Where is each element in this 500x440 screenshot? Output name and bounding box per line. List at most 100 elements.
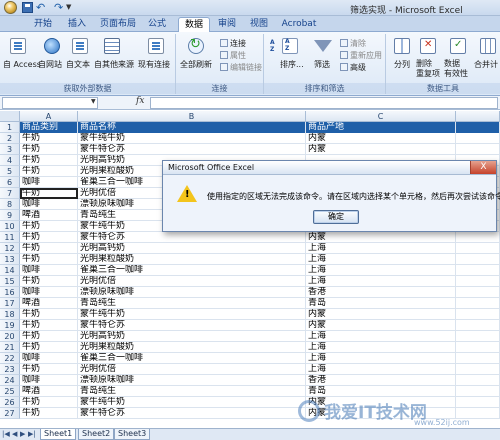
row-number[interactable]: 6	[0, 177, 20, 188]
category-cell[interactable]: 牛奶	[20, 364, 78, 375]
empty-cell[interactable]	[456, 364, 500, 375]
dialog-close-button[interactable]: X	[470, 161, 496, 174]
row-number[interactable]: 11	[0, 232, 20, 243]
origin-cell[interactable]: 内蒙	[306, 133, 456, 144]
save-icon[interactable]	[22, 2, 33, 13]
tab-insert[interactable]: 插入	[64, 17, 90, 32]
remove-duplicates-button[interactable]: 删除 重复项	[416, 59, 440, 79]
origin-cell[interactable]: 上海	[306, 276, 456, 287]
row-number[interactable]: 5	[0, 166, 20, 177]
tab-data[interactable]: 数据	[178, 17, 210, 32]
row-number[interactable]: 10	[0, 221, 20, 232]
connections-button[interactable]: 连接	[220, 38, 246, 49]
empty-cell[interactable]	[456, 353, 500, 364]
product-name-cell[interactable]: 光明优倍	[78, 364, 306, 375]
category-cell[interactable]: 牛奶	[20, 188, 78, 199]
tab-review[interactable]: 审阅	[214, 17, 240, 32]
category-cell[interactable]: 牛奶	[20, 408, 78, 419]
origin-cell[interactable]: 内蒙	[306, 144, 456, 155]
row-number[interactable]: 25	[0, 386, 20, 397]
advanced-button[interactable]: 高级	[340, 62, 366, 73]
row-number[interactable]: 4	[0, 155, 20, 166]
origin-cell[interactable]: 上海	[306, 342, 456, 353]
category-cell[interactable]: 牛奶	[20, 342, 78, 353]
category-cell[interactable]: 牛奶	[20, 166, 78, 177]
column-header-b[interactable]: B	[78, 111, 306, 122]
product-name-cell[interactable]: 青岛纯生	[78, 298, 306, 309]
clear-button[interactable]: 清除	[340, 38, 366, 49]
product-name-cell[interactable]: 漂顿原味咖啡	[78, 287, 306, 298]
row-number[interactable]: 3	[0, 144, 20, 155]
product-name-cell[interactable]: 蒙牛特仑苏	[78, 408, 306, 419]
product-name-cell[interactable]: 雀巢三合一咖啡	[78, 353, 306, 364]
category-cell[interactable]: 牛奶	[20, 254, 78, 265]
from-other-sources-button[interactable]: 自其他来源	[94, 59, 134, 70]
consolidate-button[interactable]: 合并计	[474, 59, 498, 70]
row-number[interactable]: 19	[0, 320, 20, 331]
undo-icon[interactable]: ↶	[36, 2, 47, 13]
category-cell[interactable]: 牛奶	[20, 144, 78, 155]
product-name-cell[interactable]: 蒙牛纯牛奶	[78, 309, 306, 320]
row-number[interactable]: 22	[0, 353, 20, 364]
next-sheet-icon[interactable]: ▶	[20, 430, 25, 438]
category-cell[interactable]: 牛奶	[20, 133, 78, 144]
column-header-d[interactable]	[456, 111, 500, 122]
origin-cell[interactable]: 上海	[306, 243, 456, 254]
origin-cell[interactable]: 青岛	[306, 298, 456, 309]
row-number[interactable]: 26	[0, 397, 20, 408]
origin-cell[interactable]: 内蒙	[306, 309, 456, 320]
product-name-cell[interactable]: 光明果粒酸奶	[78, 254, 306, 265]
filter-button[interactable]: 筛选	[314, 59, 330, 70]
row-number[interactable]: 17	[0, 298, 20, 309]
from-access-button[interactable]: 自 Access	[3, 59, 41, 70]
product-name-cell[interactable]: 漂顿原味咖啡	[78, 375, 306, 386]
product-name-cell[interactable]: 商品名称	[78, 122, 306, 133]
row-number[interactable]: 20	[0, 331, 20, 342]
redo-icon[interactable]: ↷	[54, 2, 65, 13]
category-cell[interactable]: 啤酒	[20, 298, 78, 309]
row-number[interactable]: 1	[0, 122, 20, 133]
row-number[interactable]: 16	[0, 287, 20, 298]
empty-cell[interactable]	[456, 309, 500, 320]
product-name-cell[interactable]: 雀巢三合一咖啡	[78, 265, 306, 276]
tab-view[interactable]: 视图	[246, 17, 272, 32]
product-name-cell[interactable]: 蒙牛纯牛奶	[78, 133, 306, 144]
row-number[interactable]: 9	[0, 210, 20, 221]
category-cell[interactable]: 啤酒	[20, 386, 78, 397]
origin-cell[interactable]: 青岛	[306, 386, 456, 397]
empty-cell[interactable]	[456, 386, 500, 397]
empty-cell[interactable]	[456, 375, 500, 386]
tab-home[interactable]: 开始	[30, 17, 56, 32]
empty-cell[interactable]	[456, 243, 500, 254]
row-number[interactable]: 24	[0, 375, 20, 386]
product-name-cell[interactable]: 光明高钙奶	[78, 331, 306, 342]
customize-toolbar-icon[interactable]: ▼	[66, 2, 77, 13]
category-cell[interactable]: 牛奶	[20, 221, 78, 232]
data-validation-button[interactable]: 数据 有效性	[444, 59, 468, 79]
name-box-dropdown-icon[interactable]: ▼	[91, 98, 96, 105]
properties-button[interactable]: 属性	[220, 50, 246, 61]
empty-cell[interactable]	[456, 254, 500, 265]
from-text-button[interactable]: 自文本	[66, 59, 90, 70]
empty-cell[interactable]	[456, 331, 500, 342]
insert-function-icon[interactable]: fx	[136, 96, 144, 106]
origin-cell[interactable]: 上海	[306, 265, 456, 276]
row-number[interactable]: 23	[0, 364, 20, 375]
category-cell[interactable]: 牛奶	[20, 331, 78, 342]
formula-input[interactable]	[150, 97, 498, 109]
sort-button[interactable]: 排序...	[280, 59, 304, 70]
row-number[interactable]: 27	[0, 408, 20, 419]
product-name-cell[interactable]: 蒙牛特仑苏	[78, 232, 306, 243]
edit-links-button[interactable]: 编辑链接	[220, 62, 262, 73]
empty-cell[interactable]	[456, 342, 500, 353]
category-cell[interactable]: 商品类别	[20, 122, 78, 133]
row-number[interactable]: 14	[0, 265, 20, 276]
existing-connections-button[interactable]: 现有连接	[138, 59, 170, 70]
empty-cell[interactable]	[456, 276, 500, 287]
reapply-button[interactable]: 重新应用	[340, 50, 382, 61]
ok-button[interactable]: 确定	[313, 210, 359, 224]
select-all-corner[interactable]	[0, 111, 20, 122]
origin-cell[interactable]: 商品产地	[306, 122, 456, 133]
row-number[interactable]: 13	[0, 254, 20, 265]
origin-cell[interactable]: 上海	[306, 254, 456, 265]
